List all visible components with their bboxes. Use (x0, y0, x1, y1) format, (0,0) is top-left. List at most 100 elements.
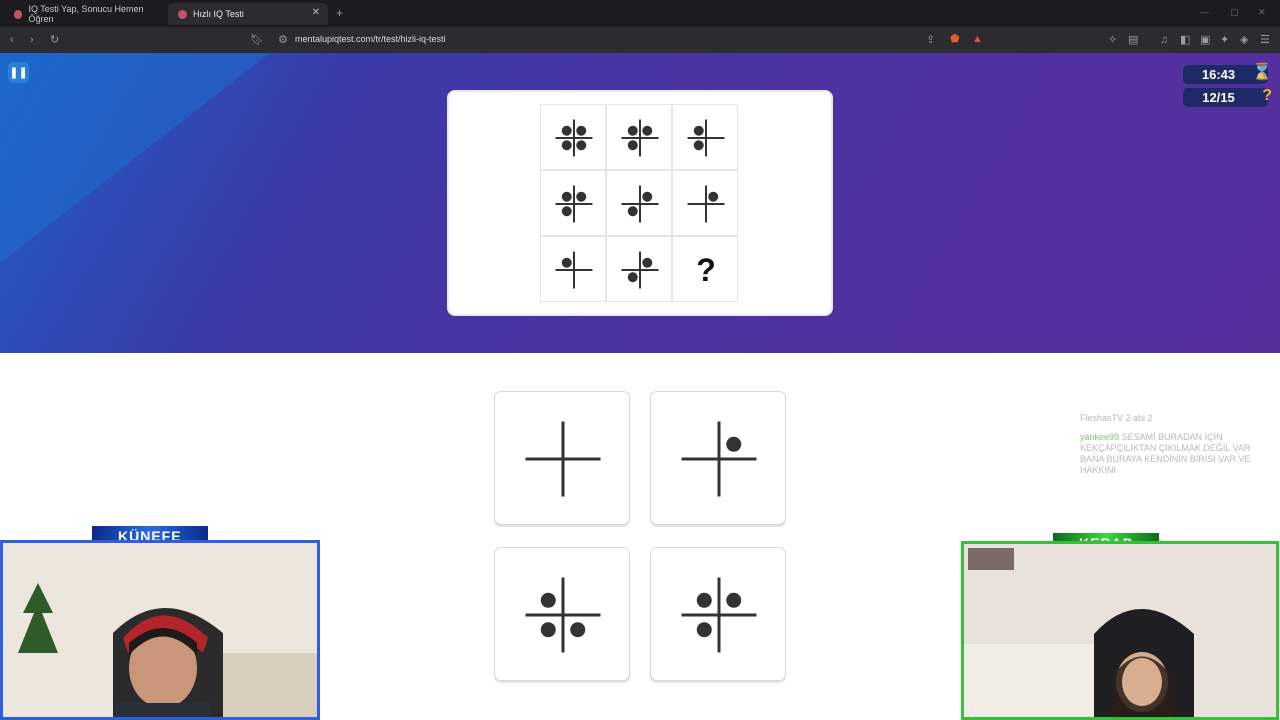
dot-tr (576, 125, 587, 136)
shield-icon[interactable]: ⬟ (950, 32, 960, 46)
webcam-person (964, 544, 1276, 717)
dot-tr (726, 436, 742, 452)
back-icon[interactable]: ‹ (10, 33, 14, 47)
matrix-cell (672, 170, 738, 236)
leo-icon[interactable]: ✦ (1220, 33, 1229, 47)
tab-bar: IQ Testi Yap, Sonucu Hemen Öğren Hızlı I… (0, 0, 1280, 27)
dot-bl (627, 272, 638, 283)
dot-tl (561, 257, 572, 268)
close-tab-icon[interactable]: ✕ (312, 7, 320, 18)
dot-tl (540, 592, 556, 608)
forward-icon[interactable]: › (30, 33, 34, 47)
reload-icon[interactable]: ↻ (50, 33, 59, 47)
cross-symbol (555, 185, 593, 223)
left-webcam (0, 540, 320, 720)
dot-br (570, 622, 586, 638)
wallet-icon[interactable]: ▣ (1200, 33, 1210, 47)
maximize-icon[interactable]: ▢ (1230, 7, 1239, 18)
close-window-icon[interactable]: ✕ (1258, 7, 1266, 18)
chat-message: FleshasTV 2 abi 2 (1080, 413, 1270, 424)
stream-chat-overlay: FleshasTV 2 abi 2 yankee99 SESAMİ BURADA… (1080, 413, 1270, 476)
iq-test-page: ❚❚ 16:43 ⌛ 12/15 ? ? FleshasTV 2 abi 2 y… (0, 53, 1280, 720)
cross-symbol (621, 119, 659, 157)
matrix-cell (540, 104, 606, 170)
cross-symbol (687, 119, 725, 157)
cross-symbol (681, 421, 757, 497)
extensions-icon[interactable]: ✧ (1108, 33, 1117, 47)
matrix-cell (606, 170, 672, 236)
dot-tr (642, 125, 653, 136)
answer-option-3[interactable] (494, 547, 630, 681)
bookmark-icon[interactable]: 🔖︎ (250, 33, 264, 47)
cross-symbol (525, 421, 601, 497)
matrix-cell (540, 236, 606, 302)
webcam-person (3, 543, 317, 717)
timer-badge: 16:43 ⌛ (1183, 64, 1272, 84)
question-card: ? (449, 92, 831, 314)
new-tab-icon[interactable]: + (336, 6, 343, 20)
chat-user: yankee99 (1080, 432, 1120, 442)
answer-option-4[interactable] (650, 547, 786, 681)
dot-tr (642, 191, 653, 202)
right-webcam (961, 541, 1279, 720)
cross-symbol (555, 251, 593, 289)
cross-symbol (621, 185, 659, 223)
progress-text: 12/15 (1202, 90, 1235, 105)
pause-icon: ❚❚ (9, 67, 28, 79)
pattern-matrix: ? (540, 104, 739, 303)
tab-favicon (178, 9, 187, 19)
timer-text: 16:43 (1201, 67, 1236, 82)
dot-tr (576, 191, 587, 202)
answer-options-area: FleshasTV 2 abi 2 yankee99 SESAMİ BURADA… (0, 353, 1280, 720)
matrix-cell (672, 104, 738, 170)
dot-tl (696, 592, 712, 608)
dot-tl (561, 191, 572, 202)
missing-symbol: ? (696, 251, 716, 288)
answer-option-1[interactable] (494, 391, 630, 525)
dot-tl (693, 125, 704, 136)
site-info-icon[interactable]: ⚙︎ (278, 33, 288, 47)
dot-bl (561, 140, 572, 151)
dot-bl (696, 622, 712, 638)
dot-tr (642, 257, 653, 268)
rewards-icon[interactable]: ▲ (972, 32, 983, 46)
reader-icon[interactable]: ▤ (1128, 33, 1138, 47)
browser-toolbar: ‹ › ↻ 🔖︎ ⚙︎ mentalupiqtest.com/tr/test/h… (0, 27, 1280, 53)
question-mark-icon: ? (1262, 87, 1272, 104)
pause-button[interactable]: ❚❚ (8, 62, 29, 83)
dot-bl (627, 140, 638, 151)
sidebar-icon[interactable]: ◧ (1180, 33, 1190, 47)
matrix-cell (606, 236, 672, 302)
chat-text: FleshasTV 2 abi 2 (1080, 413, 1153, 423)
progress-badge: 12/15 ? (1183, 87, 1272, 107)
tab-title: Hızlı IQ Testi (193, 9, 244, 19)
vpn-icon[interactable]: ◈ (1240, 33, 1248, 47)
url-text: mentalupiqtest.com/tr/test/hizli-iq-test… (295, 34, 446, 44)
minimize-icon[interactable]: — (1200, 7, 1209, 17)
dot-br (576, 140, 587, 151)
tab-favicon (14, 9, 23, 19)
media-icon[interactable]: ♫ (1160, 33, 1168, 47)
cross-symbol (555, 119, 593, 157)
browser-window: IQ Testi Yap, Sonucu Hemen Öğren Hızlı I… (0, 0, 1280, 720)
hourglass-icon: ⌛ (1252, 64, 1272, 81)
dot-tr (708, 191, 719, 202)
address-bar[interactable]: ⚙︎ mentalupiqtest.com/tr/test/hizli-iq-t… (270, 30, 992, 50)
share-icon[interactable]: ⇪ (926, 33, 935, 47)
dot-tl (561, 125, 572, 136)
dot-bl (561, 206, 572, 217)
tab-hizli-iq-testi[interactable]: Hızlı IQ Testi ✕ (168, 3, 328, 25)
tab-title: IQ Testi Yap, Sonucu Hemen Öğren (28, 4, 144, 24)
menu-icon[interactable]: ☰ (1260, 33, 1270, 47)
dot-bl (540, 622, 556, 638)
chat-message: yankee99 SESAMİ BURADAN İÇİN KEKÇAPÇILIK… (1080, 432, 1270, 476)
cross-symbol (687, 185, 725, 223)
dot-tl (627, 125, 638, 136)
dot-bl (627, 206, 638, 217)
answer-option-2[interactable] (650, 391, 786, 525)
dot-tr (726, 592, 742, 608)
dot-bl (693, 140, 704, 151)
cross-symbol (681, 577, 757, 653)
matrix-cell (606, 104, 672, 170)
tab-iq-testi-yap[interactable]: IQ Testi Yap, Sonucu Hemen Öğren (4, 3, 162, 25)
